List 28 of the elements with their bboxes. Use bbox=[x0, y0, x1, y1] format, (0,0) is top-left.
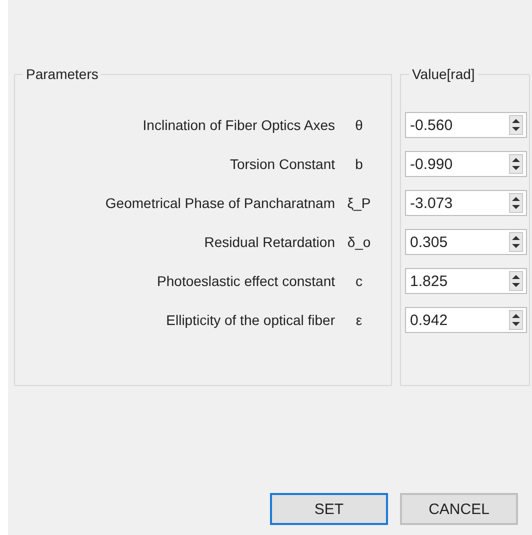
numeric-spin-field[interactable]: 0.942 bbox=[405, 307, 527, 333]
parameter-label: Geometrical Phase of Pancharatnam bbox=[104, 195, 335, 211]
parameter-label: Inclination of Fiber Optics Axes bbox=[142, 117, 335, 133]
numeric-spin-field[interactable]: -0.990 bbox=[405, 151, 527, 177]
parameter-label: Torsion Constant bbox=[228, 156, 335, 172]
numeric-spin-field[interactable]: -3.073 bbox=[405, 190, 527, 216]
parameter-label: Ellipticity of the optical fiber bbox=[165, 312, 335, 328]
parameter-symbol: ξ_P bbox=[346, 195, 372, 211]
spin-arrows-icon[interactable] bbox=[509, 115, 523, 135]
parameter-symbol: θ bbox=[354, 117, 364, 133]
parameter-symbol: δ_o bbox=[346, 234, 372, 250]
parameter-label: Residual Retardation bbox=[203, 234, 335, 250]
group-title: Value[rad] bbox=[411, 66, 476, 82]
set-button[interactable]: SET bbox=[270, 493, 388, 525]
parameter-symbol: c bbox=[354, 273, 364, 289]
spin-arrows-icon[interactable] bbox=[509, 193, 523, 213]
parameter-label: Photoeslastic effect constant bbox=[156, 273, 335, 289]
parameter-symbol: b bbox=[354, 156, 364, 172]
spin-arrows-icon[interactable] bbox=[509, 232, 523, 252]
cancel-button[interactable]: CANCEL bbox=[400, 493, 518, 525]
spin-arrows-icon[interactable] bbox=[509, 310, 523, 330]
numeric-spin-field[interactable]: 0.305 bbox=[405, 229, 527, 255]
spin-arrows-icon[interactable] bbox=[509, 154, 523, 174]
numeric-spin-field[interactable]: -0.560 bbox=[405, 112, 527, 138]
numeric-spin-field[interactable]: 1.825 bbox=[405, 268, 527, 294]
parameter-symbol: ε bbox=[354, 312, 364, 328]
spin-arrows-icon[interactable] bbox=[509, 271, 523, 291]
group-title: Parameters bbox=[25, 66, 100, 82]
